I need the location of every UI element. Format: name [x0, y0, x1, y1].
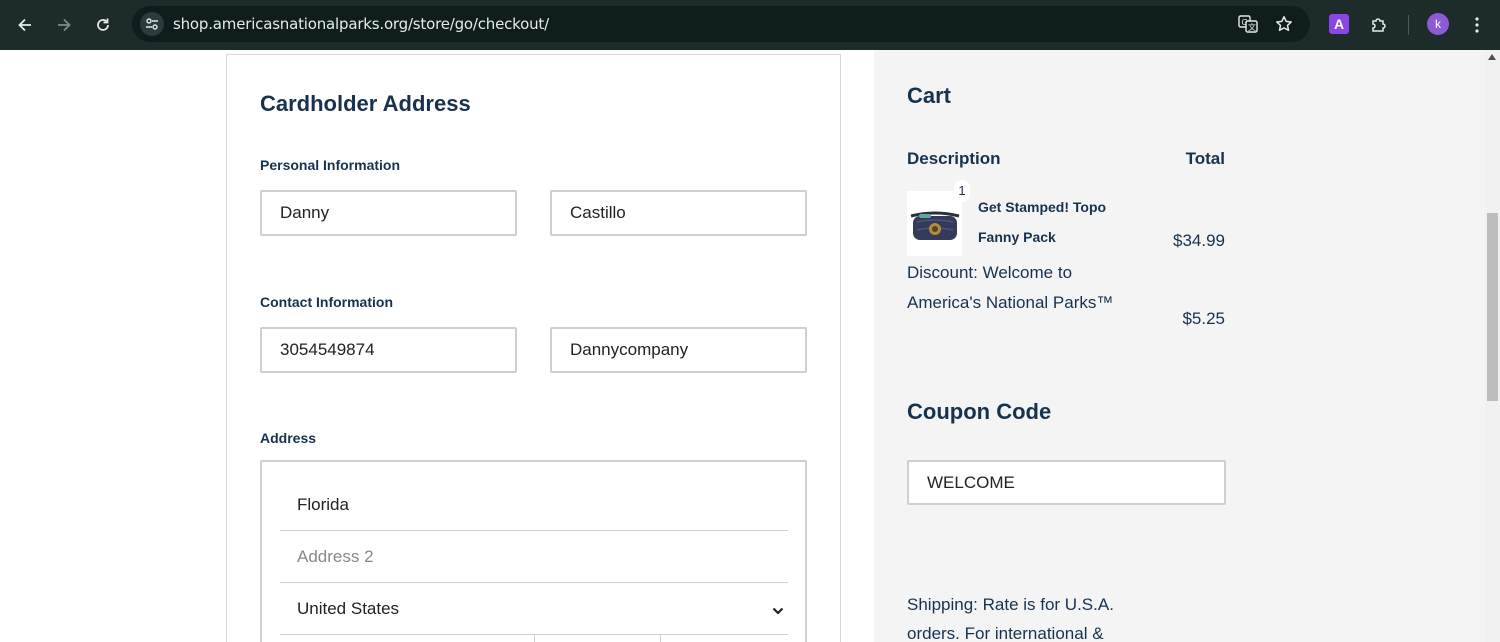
page-scrollbar[interactable] — [1485, 50, 1500, 642]
last-name-field[interactable]: Castillo — [550, 190, 807, 236]
coupon-input[interactable]: WELCOME — [907, 460, 1226, 505]
site-info-icon[interactable] — [140, 12, 164, 36]
back-icon[interactable] — [11, 11, 39, 39]
chevron-down-icon — [772, 601, 784, 621]
url-text[interactable]: shop.americasnationalparks.org/store/go/… — [173, 15, 549, 33]
cart-title: Cart — [907, 83, 952, 108]
reload-icon[interactable] — [89, 11, 117, 39]
shipping-note: Shipping: Rate is for U.S.A. orders. For… — [907, 595, 1114, 642]
contact-info-label: Contact Information — [260, 294, 393, 310]
browser-toolbar: shop.americasnationalparks.org/store/go/… — [0, 0, 1500, 50]
translate-icon[interactable]: G文 — [1236, 12, 1260, 36]
extensions-icon[interactable] — [1365, 11, 1393, 39]
total-header: Total — [1185, 149, 1225, 168]
svg-text:文: 文 — [1248, 22, 1256, 32]
country-value: United States — [297, 598, 400, 618]
checkout-page: Cardholder Address Personal Information … — [0, 50, 1485, 642]
scroll-thumb[interactable] — [1487, 213, 1498, 401]
cardholder-address-card: Cardholder Address Personal Information … — [226, 54, 841, 642]
address-bar[interactable]: shop.americasnationalparks.org/store/go/… — [132, 6, 1310, 42]
avatar[interactable]: k — [1427, 13, 1449, 35]
quantity-badge: 1 — [954, 180, 970, 202]
phone-field[interactable]: 3054549874 — [260, 327, 517, 373]
address2-field[interactable]: Address 2 — [280, 531, 788, 583]
more-menu-icon[interactable] — [1463, 11, 1491, 39]
cardholder-title: Cardholder Address — [260, 91, 471, 116]
discount-label: Discount: Welcome to America's National … — [907, 263, 1114, 312]
discount-amount: $5.25 — [1182, 309, 1225, 328]
address-label: Address — [260, 430, 317, 446]
address1-field[interactable]: Florida — [280, 479, 788, 531]
coupon-title: Coupon Code — [907, 399, 1052, 424]
forward-icon[interactable] — [50, 11, 78, 39]
scroll-up-icon[interactable] — [1488, 54, 1496, 60]
country-select[interactable]: United States — [280, 583, 788, 635]
field-divider — [660, 635, 661, 642]
personal-info-label: Personal Information — [260, 157, 401, 173]
product-thumbnail[interactable] — [907, 191, 962, 256]
star-icon[interactable] — [1272, 12, 1296, 36]
company-field[interactable]: Dannycompany — [550, 327, 807, 373]
first-name-field[interactable]: Danny — [260, 190, 517, 236]
field-divider — [534, 635, 535, 642]
toolbar-divider — [1408, 15, 1409, 35]
item-price: $34.99 — [1173, 231, 1225, 250]
extension-a-icon[interactable]: A — [1329, 14, 1349, 34]
address-group: Florida Address 2 United States — [260, 460, 807, 642]
description-header: Description — [907, 149, 1001, 168]
cart-sidebar: Cart Description Total 1 Get Stamped! To… — [874, 50, 1485, 642]
